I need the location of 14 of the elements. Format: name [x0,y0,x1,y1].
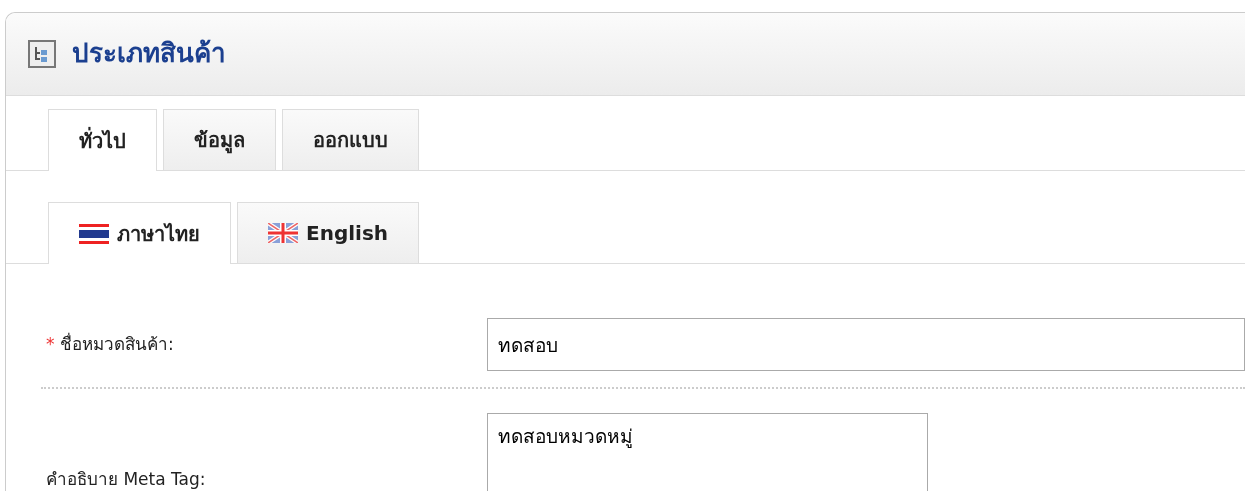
tab[interactable]: ออกแบบ [282,109,419,170]
language-tab[interactable]: English [237,202,420,263]
panel-title: ประเภทสินค้า [72,38,226,70]
tab[interactable]: ข้อมูล [163,109,276,170]
label-text: คำอธิบาย Meta Tag: [46,469,206,489]
text-field[interactable]: ทดสอบหมวดหมู่ [487,413,928,491]
flag-icon [268,223,298,243]
tab[interactable]: ทั่วไป [48,109,157,171]
tree-icon [28,40,56,68]
text-field[interactable]: ทดสอบ [487,318,1245,371]
label-text: ชื่อหมวดสินค้า: [59,334,174,354]
required-mark: * [46,334,55,354]
flag-icon [79,223,109,244]
language-tab[interactable]: ภาษาไทย [48,202,231,264]
